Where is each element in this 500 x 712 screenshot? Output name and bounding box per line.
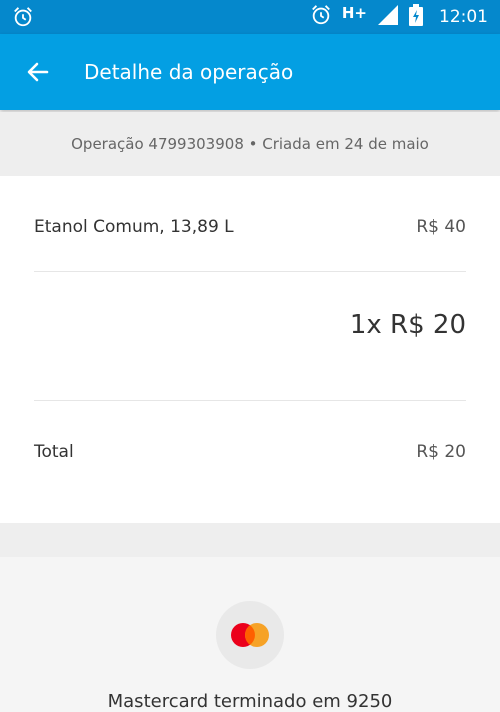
item-description: Etanol Comum, 13,89 L bbox=[34, 217, 234, 237]
installments-value: 1x R$ 20 bbox=[349, 310, 466, 340]
divider bbox=[34, 400, 466, 401]
alarm-icon bbox=[12, 6, 34, 32]
divider bbox=[34, 271, 466, 272]
network-type: H+ bbox=[341, 4, 367, 22]
alarm-icon bbox=[310, 4, 332, 30]
item-amount: R$ 40 bbox=[416, 217, 466, 237]
payment-method-text: Mastercard terminado em 9250 bbox=[107, 691, 393, 712]
item-row: Etanol Comum, 13,89 L R$ 40 bbox=[34, 214, 466, 240]
payment-method-section: Mastercard terminado em 9250 bbox=[0, 557, 500, 712]
total-row: Total R$ 20 bbox=[34, 439, 466, 465]
section-separator bbox=[0, 523, 500, 557]
mastercard-logo-icon bbox=[231, 623, 269, 647]
battery-icon bbox=[409, 4, 423, 30]
status-bar: H+ 12:01 bbox=[0, 0, 500, 34]
total-amount: R$ 20 bbox=[416, 442, 466, 462]
operation-detail-card: Etanol Comum, 13,89 L R$ 40 1x R$ 20 Tot… bbox=[0, 176, 500, 523]
operation-info: Operação 4799303908 • Criada em 24 de ma… bbox=[0, 112, 500, 176]
back-arrow-icon[interactable] bbox=[26, 60, 50, 88]
signal-icon bbox=[377, 4, 399, 30]
total-label: Total bbox=[34, 442, 74, 462]
clock: 12:01 bbox=[439, 7, 488, 27]
page-title: Detalhe da operação bbox=[84, 60, 294, 84]
app-bar: Detalhe da operação bbox=[0, 34, 500, 110]
payment-brand-badge bbox=[216, 601, 284, 669]
